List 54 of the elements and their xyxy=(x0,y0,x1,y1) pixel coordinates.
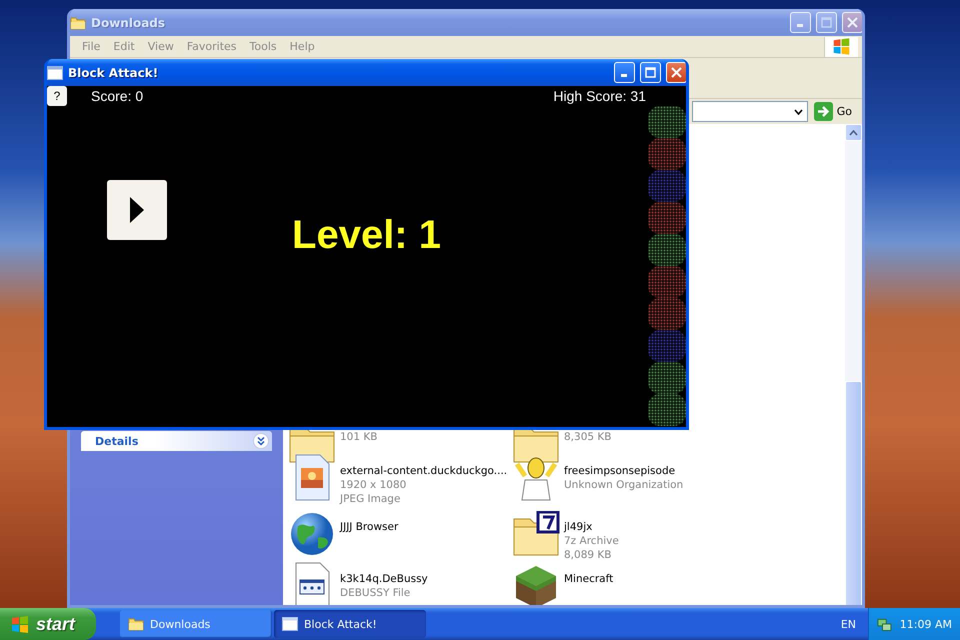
maximize-icon xyxy=(645,67,656,78)
file-name[interactable]: Minecraft xyxy=(564,572,614,586)
window-icon xyxy=(47,66,63,80)
file-detail: 101 KB xyxy=(340,430,378,444)
file-detail: Unknown Organization xyxy=(564,478,684,492)
caret-icon xyxy=(849,130,858,136)
score-text: Score: 0 xyxy=(91,88,144,104)
caret-icon xyxy=(794,108,803,114)
file-detail: 1920 x 1080 xyxy=(340,478,408,492)
file-detail: JPEG Image xyxy=(340,492,402,506)
level-text: Level: 1 xyxy=(291,212,442,258)
taskbar-button[interactable]: Downloads xyxy=(120,610,272,638)
close-icon xyxy=(671,67,682,78)
clock: 11:09 AM xyxy=(900,618,952,630)
file-detail: 7z Archive xyxy=(564,534,619,548)
play-icon xyxy=(129,196,145,224)
file-detail: 8,089 KB xyxy=(564,548,612,562)
taskbar-button[interactable]: Block Attack! xyxy=(274,610,426,638)
maximize-button[interactable] xyxy=(640,62,661,83)
file-name[interactable]: k3k14q.DeBussy xyxy=(340,572,428,586)
window-title: Block Attack! xyxy=(68,66,160,80)
chevron-icon[interactable] xyxy=(253,433,269,449)
high-score-text: High Score: 31 xyxy=(553,88,646,104)
folder-icon xyxy=(128,617,144,631)
network-icon xyxy=(877,616,892,632)
details-panel-header[interactable]: Details xyxy=(81,431,272,451)
file-detail: 8,305 KB xyxy=(564,430,612,444)
globe-icon xyxy=(290,512,334,556)
scroll-up-button[interactable] xyxy=(845,124,862,141)
address-field[interactable] xyxy=(692,101,808,122)
help-button[interactable]: ? xyxy=(47,86,67,106)
folder-icon xyxy=(70,16,86,30)
scrollbar[interactable] xyxy=(845,124,862,605)
close-button[interactable] xyxy=(666,62,686,83)
window-icon xyxy=(282,617,298,631)
file-detail: DEBUSSY File xyxy=(340,586,412,600)
minimize-button[interactable] xyxy=(614,62,635,83)
file-name[interactable]: freesimpsonsepisode xyxy=(564,464,684,478)
maximize-icon xyxy=(821,17,832,28)
details-title: Details xyxy=(95,434,138,448)
close-button[interactable] xyxy=(842,12,862,33)
language-indicator[interactable]: EN xyxy=(828,618,868,630)
file-name[interactable]: JJJJ Browser xyxy=(340,520,398,534)
windows-logo-icon xyxy=(10,615,30,633)
file-name[interactable]: jl49jx xyxy=(564,520,619,534)
archive-folder-icon xyxy=(512,511,560,557)
play-button[interactable] xyxy=(107,180,167,240)
file-name[interactable]: external-content.duckduckgo.... xyxy=(340,464,508,478)
close-icon xyxy=(847,17,858,28)
grass-block-icon xyxy=(514,564,558,605)
start-button[interactable]: start xyxy=(0,608,96,640)
go-button[interactable]: Go xyxy=(812,101,858,122)
window-title: Downloads xyxy=(91,16,166,30)
scrollbar-thumb[interactable] xyxy=(845,381,862,605)
